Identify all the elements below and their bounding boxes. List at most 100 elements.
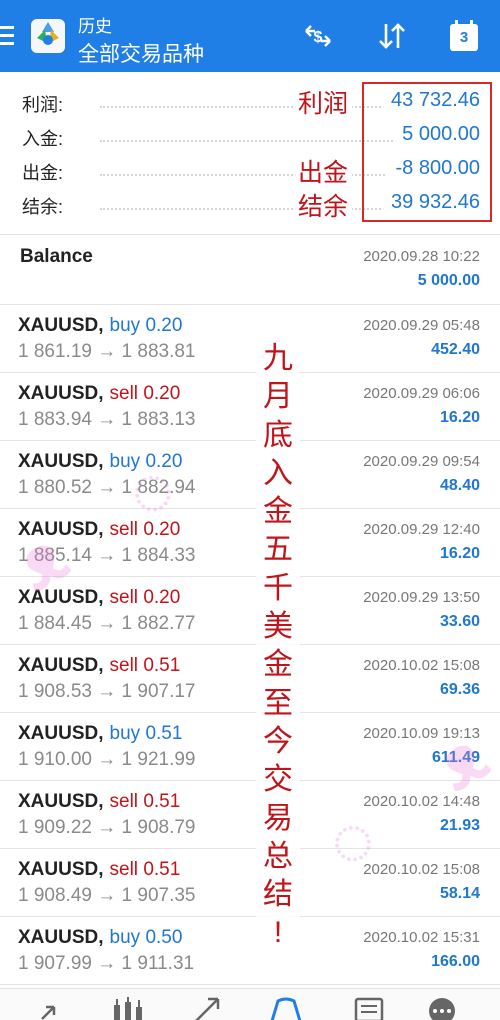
trade-date: 2020.10.02 15:31 [363,929,480,946]
balance-label: Balance [20,246,93,267]
trade-side: sell 0.20 [109,383,181,404]
summary-label: 出金: [22,163,64,183]
annotation-char: 今 [263,724,293,758]
annotation-withdrawal: 出金 [294,153,353,189]
trade-side: buy 0.20 [109,315,183,336]
calendar-icon[interactable]: 3 [446,18,482,54]
trade-profit: 452.40 [431,341,480,358]
balance-entry[interactable]: Balance 2020.09.28 10:22 5 000.00 [0,236,500,304]
summary-label: 结余: [22,197,64,217]
highlight-box [362,82,492,222]
trade-date: 2020.09.29 12:40 [363,521,480,538]
trade-profit: 16.20 [439,545,480,562]
trade-date: 2020.09.29 05:48 [363,317,480,334]
trade-prices: 1 861.19 → 1 883.81 [18,341,196,362]
trade-side: sell 0.51 [109,859,181,880]
trade-symbol: XAUUSD, sell 0.20 [18,519,180,541]
symbol-name: XAUUSD, [18,315,104,336]
chart-icon[interactable] [108,997,148,1020]
trade-row[interactable]: XAUUSD, buy 0.50 1 907.99 → 1 911.31 2020.1… [0,917,500,985]
annotation-char: 五 [263,533,293,567]
trade-side: buy 0.20 [109,451,183,472]
menu-icon[interactable] [0,26,14,46]
trade-prices: 1 909.22 → 1 908.79 [18,817,196,838]
trade-prices: 1 908.49 → 1 907.35 [18,885,196,906]
trade-side: sell 0.51 [109,791,181,812]
calendar-day: 3 [459,29,469,46]
annotation-char: 千 [263,571,293,605]
trade-row[interactable]: XAUUSD, buy 0.51 1 910.00 → 1 921.99 2020.1… [0,713,500,781]
trade-prices: 1 907.99 → 1 911.31 [18,953,195,974]
annotation-char: 至 [263,686,293,720]
trade-date: 2020.10.02 15:08 [363,861,480,878]
trade-side: sell 0.20 [109,587,181,608]
trade-symbol: XAUUSD, buy 0.20 [18,451,182,473]
trade-row[interactable]: XAUUSD, buy 0.20 1 861.19 → 1 883.81 2020.0… [0,305,500,373]
trade-side: buy 0.50 [109,927,183,948]
symbol-name: XAUUSD, [18,723,104,744]
trade-profit: 21.93 [439,817,480,834]
symbol-name: XAUUSD, [18,927,104,948]
trade-row[interactable]: XAUUSD, sell 0.51 1 908.53 → 1 907.17 2020.… [0,645,500,713]
trade-side: sell 0.51 [109,655,181,676]
trade-prices: 1 880.52 → 1 882.94 [18,477,196,498]
trade-prices: 1 884.45 → 1 882.77 [18,613,196,634]
annotation-char: 美 [263,610,293,644]
symbol-name: XAUUSD, [18,859,104,880]
symbol-name: XAUUSD, [18,655,104,676]
trade-side: sell 0.20 [109,519,181,540]
trade-symbol: XAUUSD, sell 0.20 [18,383,180,405]
annotation-profit: 利润 [294,84,353,120]
trade-symbol: XAUUSD, sell 0.20 [18,587,180,609]
trade-profit: 58.14 [439,885,480,902]
history-icon[interactable] [266,997,306,1020]
annotation-char: 易 [263,801,293,835]
trade-prices: 1 910.00 → 1 921.99 [18,749,196,770]
trade-profit: 48.40 [439,477,480,494]
annotation-char: 月 [263,380,293,414]
annotation-char: 交 [263,763,293,797]
trade-symbol: XAUUSD, buy 0.50 [18,927,182,949]
trade-row[interactable]: XAUUSD, sell 0.51 1 909.22 → 1 908.79 2020.… [0,781,500,849]
quotes-icon[interactable] [34,997,74,1020]
trade-profit: 166.00 [431,953,480,970]
balance-date: 2020.09.28 10:22 [363,248,480,265]
header-title[interactable]: 全部交易品种 [78,38,204,68]
trade-icon[interactable] [188,997,228,1020]
annotation-char: 结 [263,878,293,912]
trade-date: 2020.09.29 06:06 [363,385,480,402]
trade-symbol: XAUUSD, sell 0.51 [18,859,180,881]
annotation-balance: 结余 [294,187,353,223]
symbol-name: XAUUSD, [18,383,104,404]
trade-row[interactable]: XAUUSD, sell 0.20 1 883.94 → 1 883.13 2020.… [0,373,500,441]
symbol-name: XAUUSD, [18,519,104,540]
trade-symbol: XAUUSD, buy 0.20 [18,315,182,337]
balance-amount: 5 000.00 [417,272,480,289]
trade-row[interactable]: XAUUSD, sell 0.20 1 885.14 → 1 884.33 2020.… [0,509,500,577]
annotation-char: 入 [263,456,293,490]
trade-date: 2020.09.29 09:54 [363,453,480,470]
trade-row[interactable]: XAUUSD, sell 0.20 1 884.45 → 1 882.77 2020.… [0,577,500,645]
annotation-char: 金 [263,495,293,529]
trade-symbol: XAUUSD, buy 0.51 [18,723,182,745]
summary-label: 入金: [22,129,64,149]
vertical-annotation: 九月底入金五千美金至今交易总结! [256,340,300,953]
header-subtitle: 历史 [78,17,112,36]
history-screen: 历史 全部交易品种 $ 3 利润: 43 732.46 入金: 5 000.00… [0,0,500,1020]
bottom-navigation [0,988,500,1020]
currency-exchange-icon[interactable]: $ [300,18,336,54]
messages-icon[interactable] [350,997,390,1020]
trade-profit: 16.20 [439,409,480,426]
trade-profit: 33.60 [439,613,480,630]
symbol-name: XAUUSD, [18,587,104,608]
trade-row[interactable]: XAUUSD, buy 0.20 1 880.52 → 1 882.94 2020.0… [0,441,500,509]
app-logo-icon [31,19,65,53]
sort-icon[interactable] [374,18,410,54]
trade-row[interactable]: XAUUSD, sell 0.51 1 908.49 → 1 907.35 2020.… [0,849,500,917]
trade-date: 2020.10.02 15:08 [363,657,480,674]
summary-label: 利润: [22,95,64,115]
annotation-char: 总 [263,839,293,873]
trade-prices: 1 885.14 → 1 884.33 [18,545,196,566]
more-icon[interactable] [422,997,462,1020]
annotation-char: 底 [263,418,293,452]
